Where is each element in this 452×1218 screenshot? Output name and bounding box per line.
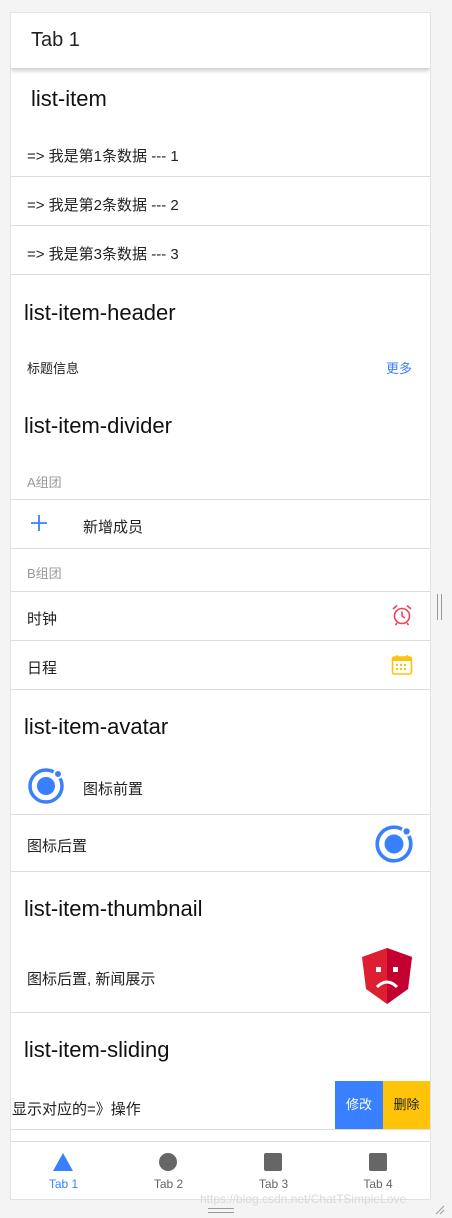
- tab-3[interactable]: Tab 3: [221, 1142, 326, 1199]
- square-icon: [264, 1153, 282, 1171]
- tab-label: Tab 2: [153, 1177, 184, 1191]
- section-title-list-item-avatar: list-item-avatar: [24, 714, 169, 739]
- divider: [11, 548, 430, 549]
- divider: [11, 274, 430, 275]
- tab-bar: Tab 1 Tab 2 Tab 3 Tab 4: [11, 1141, 430, 1199]
- divider: [11, 814, 430, 815]
- divider: [11, 499, 430, 500]
- thumbnail-news-item[interactable]: 图标后置, 新闻展示: [27, 968, 155, 989]
- tab-1[interactable]: Tab 1: [11, 1142, 116, 1199]
- divider: [11, 689, 430, 690]
- sad-shield-thumbnail-icon: [360, 947, 414, 1010]
- resize-corner-icon[interactable]: [433, 1203, 445, 1215]
- ionic-logo-icon: [373, 823, 415, 870]
- section-title-list-item: list-item: [31, 86, 107, 111]
- add-icon: [30, 514, 48, 537]
- square-icon: [369, 1153, 387, 1171]
- section-title-list-item-thumbnail: list-item-thumbnail: [24, 896, 203, 921]
- group-b-divider: B组团: [27, 566, 62, 581]
- calendar-icon: [391, 654, 413, 681]
- section-title-list-item-sliding: list-item-sliding: [24, 1037, 170, 1062]
- clock-item[interactable]: 时钟: [27, 608, 57, 629]
- tab-label: Tab 3: [258, 1177, 289, 1191]
- add-member-item[interactable]: 新增成员: [83, 516, 143, 537]
- app-frame: Tab 1 list-item => 我是第1条数据 --- 1 => 我是第2…: [11, 13, 430, 1199]
- sliding-item[interactable]: 显示对应的=》操作: [12, 1098, 141, 1119]
- alarm-icon: [391, 604, 413, 631]
- list-item-row-1[interactable]: => 我是第1条数据 --- 1: [27, 145, 179, 166]
- tab-label: Tab 1: [48, 1177, 79, 1191]
- group-a-divider: A组团: [27, 475, 62, 490]
- section-title-list-item-divider: list-item-divider: [24, 413, 172, 438]
- avatar-front-item[interactable]: 图标前置: [83, 778, 143, 799]
- ionic-logo-icon: [26, 766, 66, 811]
- more-link[interactable]: 更多: [386, 358, 412, 377]
- list-item-row-2[interactable]: => 我是第2条数据 --- 2: [27, 194, 179, 215]
- edit-button[interactable]: 修改: [335, 1081, 383, 1129]
- divider: [11, 1129, 430, 1130]
- triangle-icon: [53, 1153, 73, 1171]
- divider: [11, 225, 430, 226]
- section-title-list-item-header: list-item-header: [24, 300, 176, 325]
- resize-handle-vertical[interactable]: [437, 594, 442, 620]
- schedule-item[interactable]: 日程: [27, 657, 57, 678]
- divider: [11, 176, 430, 177]
- avatar-back-item[interactable]: 图标后置: [27, 835, 87, 856]
- tab-2[interactable]: Tab 2: [116, 1142, 221, 1199]
- page-title: Tab 1: [31, 29, 80, 51]
- divider: [11, 640, 430, 641]
- divider: [11, 871, 430, 872]
- tab-label: Tab 4: [363, 1177, 393, 1191]
- divider: [11, 591, 430, 592]
- circle-icon: [159, 1153, 177, 1171]
- tab-4[interactable]: Tab 4: [326, 1142, 430, 1199]
- divider: [11, 1012, 430, 1013]
- toolbar: Tab 1: [11, 13, 430, 69]
- watermark: https://blog.csdn.net/ChatTSimpleLove: [200, 1192, 407, 1206]
- header-label: 标题信息: [27, 361, 80, 376]
- resize-handle-horizontal[interactable]: [208, 1208, 234, 1213]
- delete-button[interactable]: 删除: [383, 1081, 430, 1129]
- list-item-row-3[interactable]: => 我是第3条数据 --- 3: [27, 243, 179, 264]
